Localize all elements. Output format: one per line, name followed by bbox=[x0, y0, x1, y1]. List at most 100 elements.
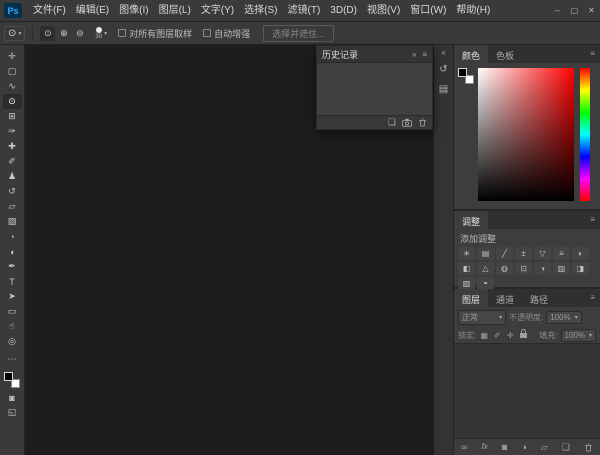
type-tool[interactable]: T bbox=[3, 274, 22, 289]
layer-style-icon[interactable]: fx bbox=[482, 443, 488, 451]
new-selection-icon[interactable]: ⊙ bbox=[40, 26, 55, 41]
edit-toolbar-icon[interactable]: ⋯ bbox=[3, 352, 22, 367]
panel-menu-icon[interactable]: ≡ bbox=[422, 50, 427, 59]
tab-paths[interactable]: 路径 bbox=[522, 289, 556, 307]
color-swatches[interactable] bbox=[4, 372, 20, 388]
quick-mask-button[interactable]: ◙ bbox=[3, 390, 22, 405]
opacity-input[interactable]: 100% ▾ bbox=[546, 311, 581, 324]
collapse-panel-icon[interactable]: » bbox=[412, 50, 416, 59]
crop-tool[interactable]: ⊞ bbox=[3, 109, 22, 124]
zoom-tool[interactable]: ◎ bbox=[3, 334, 22, 349]
foreground-color-swatch[interactable] bbox=[4, 372, 13, 381]
menu-item[interactable]: 文字(Y) bbox=[196, 0, 239, 22]
minimize-button[interactable]: – bbox=[549, 0, 566, 22]
quick-selection-tool[interactable]: ⊙ bbox=[3, 94, 22, 109]
lock-transparent-pixels-icon[interactable]: ▦ bbox=[479, 331, 489, 340]
delete-state-icon[interactable] bbox=[418, 118, 427, 127]
eraser-tool[interactable]: ▱ bbox=[3, 199, 22, 214]
black-white-icon[interactable]: ◧ bbox=[458, 262, 475, 275]
subtract-from-selection-icon[interactable]: ⊖ bbox=[72, 26, 87, 41]
panel-color-swatches[interactable] bbox=[458, 68, 474, 84]
hand-tool[interactable]: ☝ bbox=[3, 319, 22, 334]
color-balance-icon[interactable]: ◐ bbox=[572, 247, 589, 260]
panel-menu-icon[interactable]: ≡ bbox=[585, 211, 600, 229]
channel-mixer-icon[interactable]: ◍ bbox=[496, 262, 513, 275]
new-layer-icon[interactable]: ❏ bbox=[562, 443, 570, 452]
tab-adjustments[interactable]: 调整 bbox=[454, 211, 488, 229]
history-states-list[interactable] bbox=[317, 63, 432, 115]
history-brush-tool[interactable]: ↺ bbox=[3, 184, 22, 199]
menu-item[interactable]: 帮助(H) bbox=[451, 0, 495, 22]
path-selection-tool[interactable]: ➤ bbox=[3, 289, 22, 304]
shape-tool[interactable]: ▭ bbox=[3, 304, 22, 319]
history-panel-icon[interactable]: ↺ bbox=[436, 61, 452, 77]
tab-channels[interactable]: 通道 bbox=[488, 289, 522, 307]
lock-position-icon[interactable]: ✛ bbox=[505, 331, 515, 340]
clone-stamp-tool[interactable]: ♟ bbox=[3, 169, 22, 184]
auto-enhance-checkbox[interactable]: 自动增强 bbox=[203, 27, 250, 40]
panel-menu-icon[interactable]: ≡ bbox=[585, 45, 600, 63]
menu-item[interactable]: 窗口(W) bbox=[405, 0, 451, 22]
menu-item[interactable]: 图像(I) bbox=[114, 0, 153, 22]
checkbox-box[interactable] bbox=[118, 29, 126, 37]
foreground-color-swatch[interactable] bbox=[458, 68, 467, 77]
layers-list[interactable] bbox=[454, 343, 600, 439]
levels-icon[interactable]: ▤ bbox=[477, 247, 494, 260]
new-group-icon[interactable]: ▱ bbox=[541, 443, 548, 452]
menu-item[interactable]: 选择(S) bbox=[239, 0, 282, 22]
restore-button[interactable]: ▢ bbox=[566, 0, 583, 22]
blend-mode-select[interactable]: 正常 ▾ bbox=[458, 310, 506, 325]
brightness-contrast-icon[interactable]: ☀ bbox=[458, 247, 475, 260]
expand-panels-icon[interactable]: « bbox=[441, 48, 445, 57]
menu-item[interactable]: 3D(D) bbox=[325, 0, 362, 22]
close-button[interactable]: ✕ bbox=[583, 0, 600, 22]
menu-item[interactable]: 文件(F) bbox=[28, 0, 71, 22]
photo-filter-icon[interactable]: △ bbox=[477, 262, 494, 275]
gradient-tool[interactable]: ▨ bbox=[3, 214, 22, 229]
brush-tool[interactable]: ✐ bbox=[3, 154, 22, 169]
blur-tool[interactable]: ◔ bbox=[3, 229, 22, 244]
screen-mode-button[interactable]: ◱ bbox=[3, 405, 22, 420]
tab-color[interactable]: 颜色 bbox=[454, 45, 488, 63]
sample-all-layers-checkbox[interactable]: 对所有图层取样 bbox=[118, 27, 192, 40]
healing-brush-tool[interactable]: ✚ bbox=[3, 139, 22, 154]
tab-layers[interactable]: 图层 bbox=[454, 289, 488, 307]
vibrance-icon[interactable]: ▽ bbox=[534, 247, 551, 260]
posterize-icon[interactable]: ▥ bbox=[553, 262, 570, 275]
select-and-mask-button[interactable]: 选择并遮住... bbox=[263, 25, 334, 42]
new-document-from-state-icon[interactable]: ❏ bbox=[388, 118, 396, 127]
delete-layer-icon[interactable] bbox=[584, 443, 593, 452]
tool-preset-picker[interactable]: ⊙ ▾ bbox=[4, 26, 25, 41]
menu-item[interactable]: 编辑(E) bbox=[71, 0, 114, 22]
new-snapshot-icon[interactable] bbox=[402, 118, 412, 127]
brush-size-picker[interactable]: 30 ▾ bbox=[95, 27, 107, 40]
lock-image-pixels-icon[interactable]: ✐ bbox=[492, 331, 502, 340]
history-panel-header[interactable]: 历史记录 » ≡ bbox=[317, 46, 432, 63]
lasso-tool[interactable]: ∿ bbox=[3, 79, 22, 94]
menu-item[interactable]: 滤镜(T) bbox=[283, 0, 326, 22]
marquee-tool[interactable]: ▢ bbox=[3, 64, 22, 79]
pen-tool[interactable]: ✒ bbox=[3, 259, 22, 274]
eyedropper-tool[interactable]: ✑ bbox=[3, 124, 22, 139]
hue-saturation-icon[interactable]: ≡ bbox=[553, 247, 570, 260]
adjustment-layer-icon[interactable]: ◑ bbox=[521, 443, 526, 452]
curves-icon[interactable]: ╱ bbox=[496, 247, 513, 260]
color-lookup-icon[interactable]: ⊡ bbox=[515, 262, 532, 275]
checkbox-box[interactable] bbox=[203, 29, 211, 37]
menu-item[interactable]: 视图(V) bbox=[362, 0, 405, 22]
add-to-selection-icon[interactable]: ⊕ bbox=[56, 26, 71, 41]
menu-item[interactable]: 图层(L) bbox=[154, 0, 196, 22]
properties-panel-icon[interactable]: ▤ bbox=[436, 81, 452, 97]
exposure-icon[interactable]: ± bbox=[515, 247, 532, 260]
lock-all-icon[interactable] bbox=[518, 330, 528, 340]
move-tool[interactable]: ✛ bbox=[3, 49, 22, 64]
fill-input[interactable]: 100% ▾ bbox=[561, 329, 596, 342]
hue-slider[interactable] bbox=[580, 68, 590, 201]
layer-mask-icon[interactable]: ◙ bbox=[502, 443, 507, 452]
link-layers-icon[interactable]: ∞ bbox=[461, 443, 467, 452]
panel-menu-icon[interactable]: ≡ bbox=[585, 289, 600, 307]
tab-swatches[interactable]: 色板 bbox=[488, 45, 522, 63]
threshold-icon[interactable]: ◨ bbox=[572, 262, 589, 275]
dodge-tool[interactable]: ◖ bbox=[3, 244, 22, 259]
saturation-brightness-field[interactable] bbox=[478, 68, 574, 201]
